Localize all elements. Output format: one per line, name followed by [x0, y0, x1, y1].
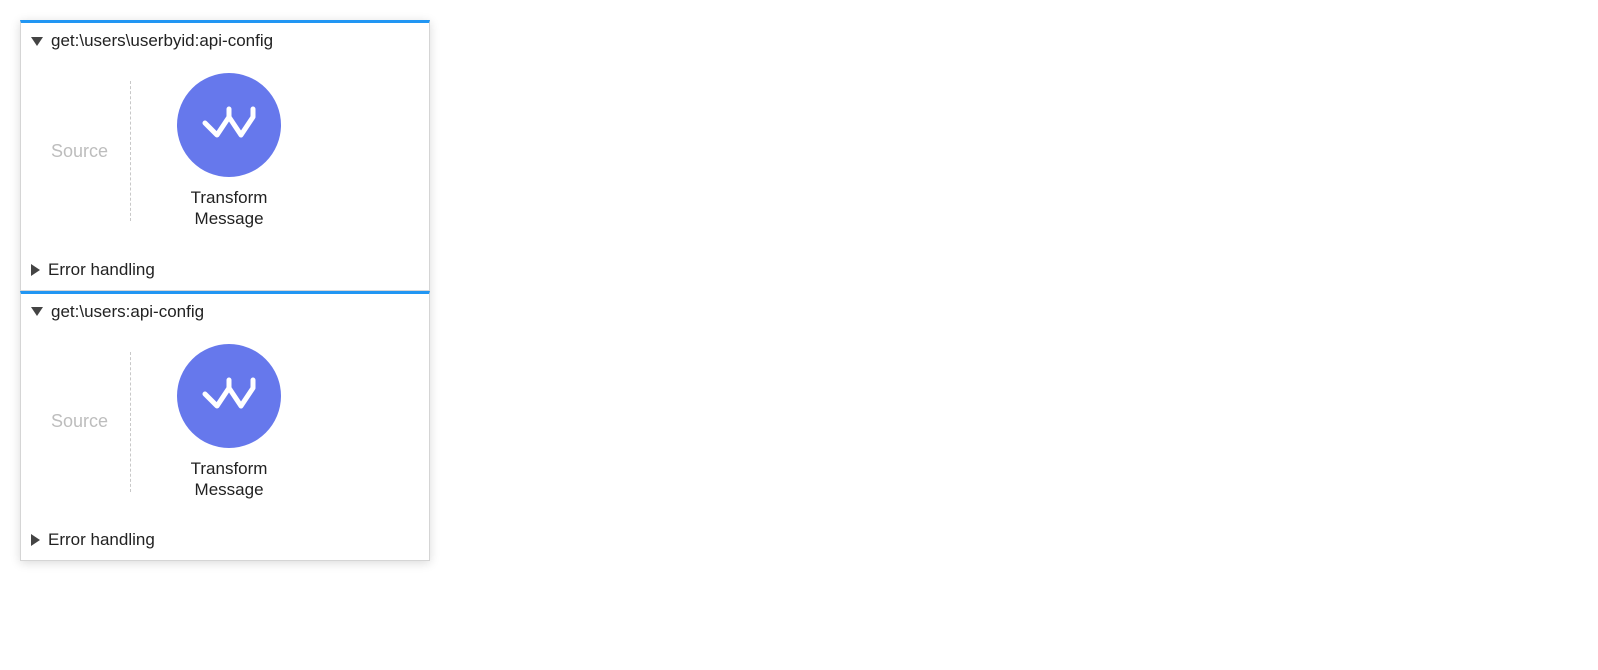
component-label: Transform Message — [191, 458, 268, 501]
error-handling-label: Error handling — [48, 530, 155, 550]
dataweave-icon — [202, 104, 256, 146]
flow-panel: get:\users\userbyid:api-config Source Tr… — [20, 20, 430, 291]
error-handling-label: Error handling — [48, 260, 155, 280]
source-slot[interactable]: Source — [33, 411, 130, 432]
transform-icon — [177, 344, 281, 448]
chevron-right-icon — [31, 534, 40, 546]
flow-canvas: get:\users\userbyid:api-config Source Tr… — [20, 20, 430, 561]
flow-header[interactable]: get:\users\userbyid:api-config — [21, 23, 429, 59]
component-label: Transform Message — [191, 187, 268, 230]
source-divider — [130, 81, 131, 221]
dataweave-icon — [202, 375, 256, 417]
error-handling-section[interactable]: Error handling — [21, 524, 429, 560]
flow-header[interactable]: get:\users:api-config — [21, 294, 429, 330]
flow-body: Source Transform Message — [21, 59, 429, 254]
flow-title: get:\users\userbyid:api-config — [51, 31, 273, 51]
transform-icon — [177, 73, 281, 177]
flow-title: get:\users:api-config — [51, 302, 204, 322]
chevron-down-icon — [31, 307, 43, 316]
flow-body: Source Transform Message — [21, 330, 429, 525]
chevron-right-icon — [31, 264, 40, 276]
source-slot[interactable]: Source — [33, 141, 130, 162]
source-divider — [130, 352, 131, 492]
error-handling-section[interactable]: Error handling — [21, 254, 429, 290]
chevron-down-icon — [31, 37, 43, 46]
flow-panel: get:\users:api-config Source Transform M… — [20, 291, 430, 562]
transform-message-component[interactable]: Transform Message — [177, 344, 281, 501]
transform-message-component[interactable]: Transform Message — [177, 73, 281, 230]
